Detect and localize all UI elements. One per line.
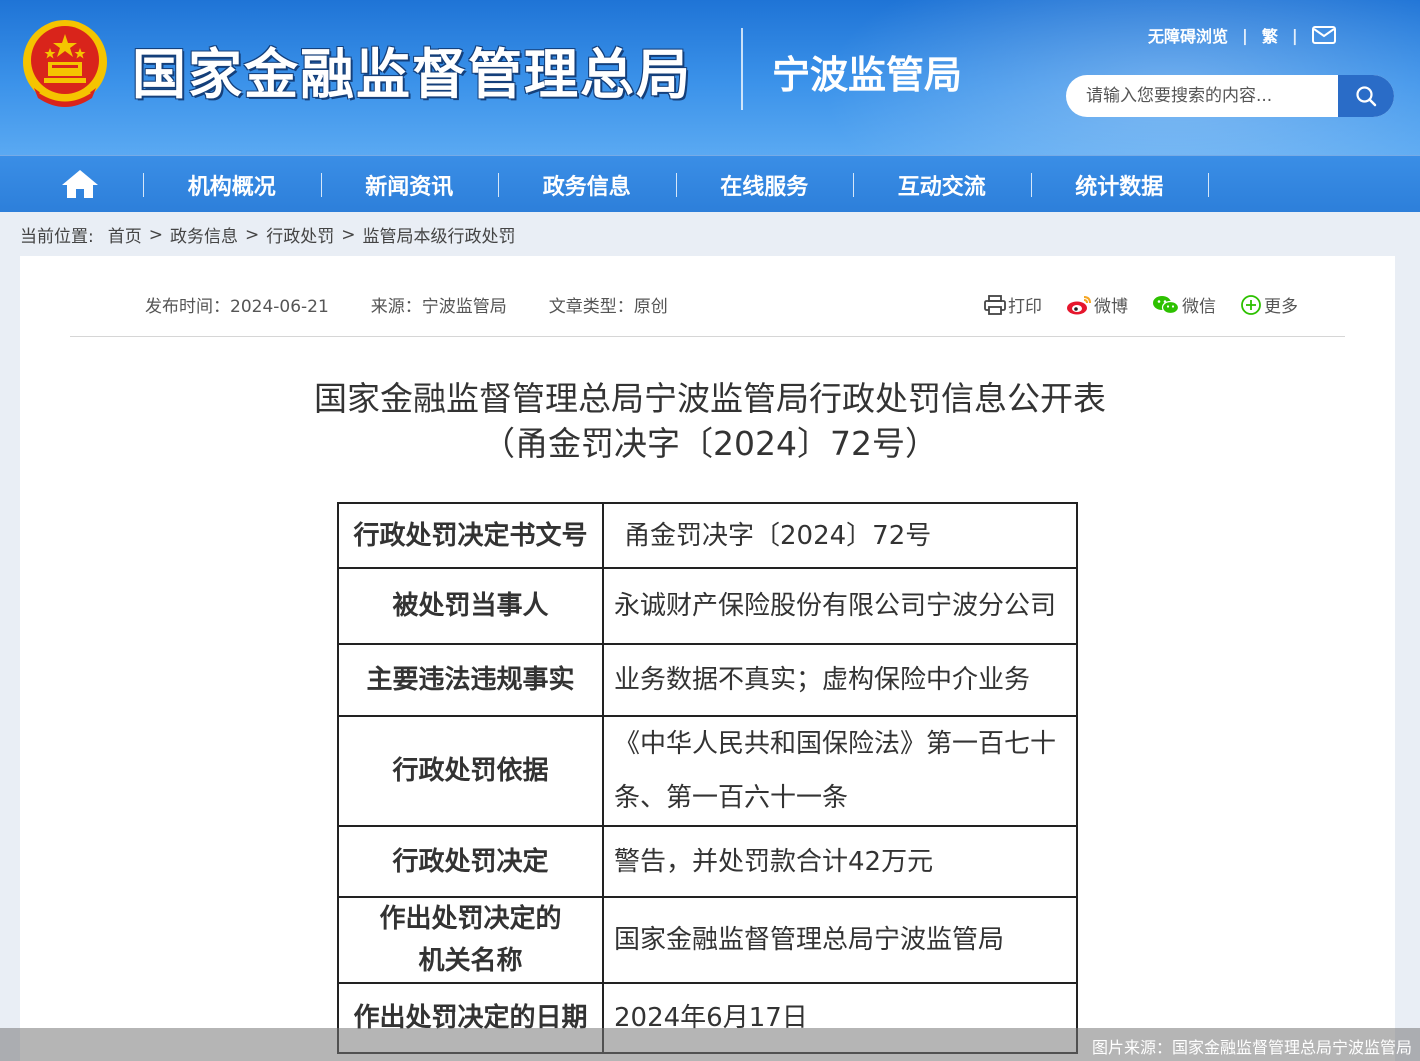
table-key: 被处罚当事人 [337, 567, 604, 645]
site-title[interactable]: 国家金融监督管理总局 [132, 30, 692, 109]
search-input[interactable] [1066, 75, 1340, 117]
table-value: 业务数据不真实；虚构保险中介业务 [602, 643, 1078, 717]
weibo-share-button[interactable]: 微博 [1066, 292, 1128, 317]
link-separator: | [1242, 25, 1248, 45]
article-title: 国家金融监督管理总局宁波监管局行政处罚信息公开表 [314, 379, 1106, 418]
table-value: 国家金融监督管理总局宁波监管局 [602, 896, 1078, 984]
nav-divider [1208, 173, 1209, 197]
table-key: 作出处罚决定的 机关名称 [337, 896, 604, 984]
breadcrumb-separator: > [244, 224, 260, 245]
weibo-label: 微博 [1094, 297, 1128, 317]
table-row: 行政处罚依据 《中华人民共和国保险法》第一百七十条、第一百六十一条 [337, 715, 1078, 827]
nav-item-statistics[interactable]: 统计数据 [1030, 156, 1209, 213]
nav-item-government-info[interactable]: 政务信息 [498, 156, 676, 213]
table-key-line: 作出处罚决定的 [379, 904, 562, 934]
table-key-line: 机关名称 [418, 946, 523, 976]
link-separator: | [1291, 25, 1298, 45]
breadcrumb-separator: > [341, 224, 356, 245]
plus-circle-icon [1241, 294, 1261, 315]
article-subtitle: （甬金罚决字〔2024〕72号） [482, 424, 938, 463]
top-links: 无障碍浏览 | 繁 | [1148, 24, 1336, 46]
article-type: 文章类型：原创 [548, 297, 668, 317]
more-share-button[interactable]: 更多 [1240, 292, 1298, 317]
article-source: 来源：宁波监管局 [370, 297, 507, 317]
home-icon[interactable] [60, 168, 100, 200]
weibo-icon [1067, 295, 1091, 314]
image-caption: 图片来源：国家金融监督管理总局宁波监管局 [1091, 1038, 1412, 1057]
meta-divider [70, 336, 1345, 337]
penalty-table: 行政处罚决定书文号 甬金罚决字〔2024〕72号 被处罚当事人 永诚财产保险股份… [337, 502, 1078, 1054]
table-value: 永诚财产保险股份有限公司宁波分公司 [602, 567, 1078, 645]
wechat-label: 微信 [1182, 297, 1216, 317]
header-divider [741, 28, 743, 110]
wechat-icon [1153, 295, 1180, 314]
breadcrumb-penalty[interactable]: 行政处罚 [266, 222, 334, 247]
wechat-share-button[interactable]: 微信 [1152, 292, 1216, 317]
table-key: 行政处罚决定书文号 [337, 502, 604, 569]
national-emblem-icon[interactable] [20, 18, 110, 110]
table-row: 主要违法违规事实 业务数据不真实；虚构保险中介业务 [337, 643, 1078, 717]
print-button[interactable]: 打印 [984, 292, 1042, 317]
table-key: 行政处罚依据 [337, 715, 604, 827]
table-value: 《中华人民共和国保险法》第一百七十条、第一百六十一条 [602, 715, 1078, 827]
table-row: 行政处罚决定 警告，并处罚款合计42万元 [337, 825, 1078, 898]
breadcrumb-separator: > [148, 224, 163, 245]
sub-site-title[interactable]: 宁波监管局 [772, 44, 962, 99]
accessibility-link[interactable]: 无障碍浏览 [1148, 23, 1228, 47]
table-row: 被处罚当事人 永诚财产保险股份有限公司宁波分公司 [337, 567, 1078, 645]
nav-items: 机构概况 新闻资讯 政务信息 在线服务 互动交流 统计数据 [143, 156, 1208, 213]
table-key: 行政处罚决定 [337, 825, 604, 898]
site-header: 国家金融监督管理总局 宁波监管局 无障碍浏览 | 繁 | [0, 0, 1420, 155]
table-row: 作出处罚决定的 机关名称 国家金融监督管理总局宁波监管局 [337, 896, 1078, 984]
traditional-chinese-link[interactable]: 繁 [1262, 23, 1278, 47]
nav-item-news[interactable]: 新闻资讯 [320, 156, 499, 213]
main-nav: 机构概况 新闻资讯 政务信息 在线服务 互动交流 统计数据 [0, 155, 1420, 212]
search-icon [1356, 86, 1377, 107]
print-label: 打印 [1008, 297, 1042, 317]
breadcrumb-label: 当前位置: [20, 227, 94, 247]
breadcrumb: 当前位置: 首页 > 政务信息 > 行政处罚 > 监管局本级行政处罚 [20, 222, 515, 248]
table-value: 警告，并处罚款合计42万元 [602, 825, 1078, 898]
breadcrumb-home[interactable]: 首页 [108, 222, 142, 247]
table-row: 行政处罚决定书文号 甬金罚决字〔2024〕72号 [337, 502, 1078, 569]
table-value: 甬金罚决字〔2024〕72号 [602, 502, 1078, 569]
nav-item-interaction[interactable]: 互动交流 [853, 156, 1031, 213]
publish-date: 发布时间：2024-06-21 [145, 297, 329, 317]
mail-icon[interactable] [1311, 26, 1336, 44]
search-box [1066, 75, 1394, 117]
share-bar: 打印 微博 微信 更多 [984, 292, 1298, 317]
search-button[interactable] [1338, 75, 1394, 117]
nav-item-online-service[interactable]: 在线服务 [675, 156, 854, 213]
breadcrumb-local-penalty[interactable]: 监管局本级行政处罚 [362, 222, 515, 247]
table-key: 主要违法违规事实 [337, 643, 604, 717]
more-label: 更多 [1264, 297, 1298, 317]
breadcrumb-government-info[interactable]: 政务信息 [170, 222, 238, 247]
article-meta: 发布时间：2024-06-21 来源：宁波监管局 文章类型：原创 [145, 292, 710, 317]
nav-item-about[interactable]: 机构概况 [143, 156, 321, 213]
printer-icon [984, 294, 1006, 315]
